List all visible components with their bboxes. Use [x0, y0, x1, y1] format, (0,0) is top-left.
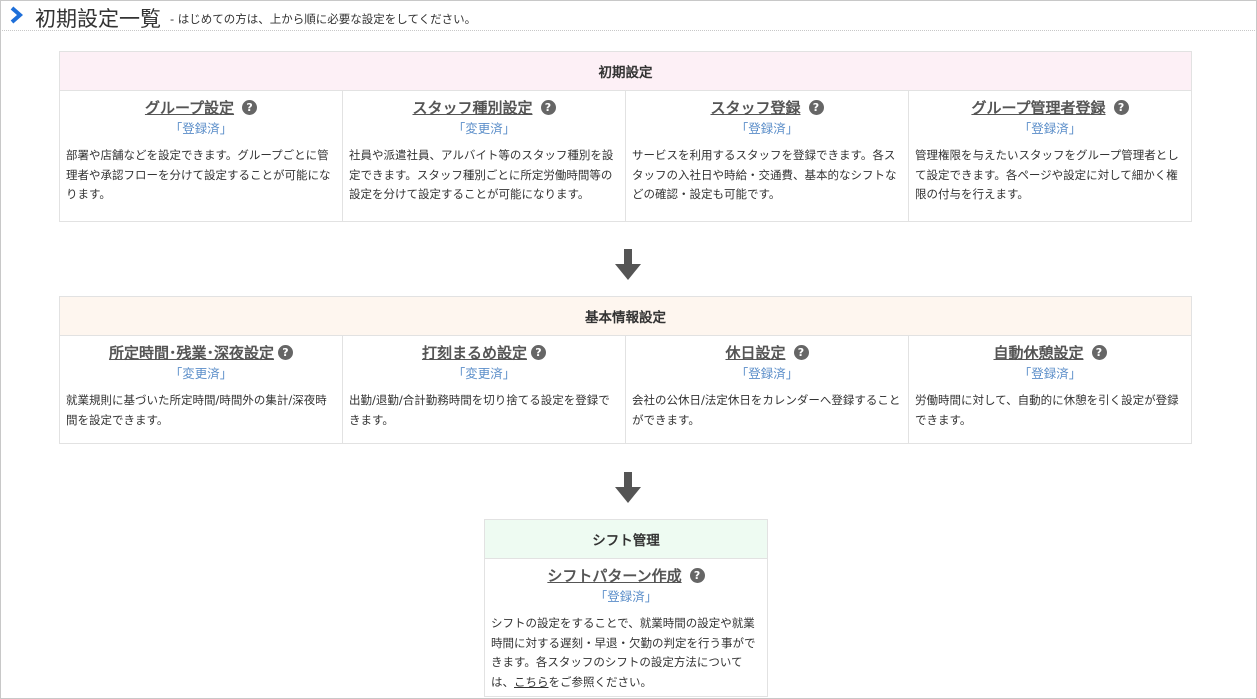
- help-icon[interactable]: ?: [278, 345, 293, 360]
- auto-break-setting-link[interactable]: 自動休憩設定: [993, 344, 1083, 362]
- section-initial-settings: 初期設定 グループ設定? 「登録済」 部署や店舗などを設定できます。グループごと…: [59, 51, 1192, 222]
- setting-card-holiday: 休日設定? 「登録済」 会社の公休日/法定休日をカレンダーへ登録することができま…: [625, 335, 909, 444]
- time-rounding-setting-link[interactable]: 打刻まるめ設定: [422, 344, 527, 362]
- setting-card-staff-type: スタッフ種別設定? 「変更済」 社員や派遣社員、アルバイト等のスタッフ種別を設定…: [342, 90, 626, 222]
- setting-card-scheduled-time: 所定時間･残業･深夜設定? 「変更済」 就業規則に基づいた所定時間/時間外の集計…: [59, 335, 343, 444]
- setting-card-rounding: 打刻まるめ設定? 「変更済」 出勤/退勤/合計勤務時間を切り捨てる設定を登録でき…: [342, 335, 626, 444]
- staff-type-setting-link[interactable]: スタッフ種別設定: [412, 99, 532, 117]
- group-setting-link[interactable]: グループ設定: [145, 99, 234, 117]
- setting-description: サービスを利用するスタッフを登録できます。各スタッフの入社日や時給・交通費、基本…: [632, 148, 897, 201]
- setting-card-auto-break: 自動休憩設定? 「登録済」 労働時間に対して、自動的に休憩を引く設定が登録できま…: [908, 335, 1192, 444]
- help-icon[interactable]: ?: [1091, 345, 1107, 360]
- down-arrow-icon: [615, 472, 641, 503]
- chevron-right-icon: [10, 6, 23, 24]
- shift-pattern-create-link[interactable]: シフトパターン作成: [547, 567, 681, 585]
- help-icon[interactable]: ?: [531, 345, 546, 360]
- setting-description: 部署や店舗などを設定できます。グループごとに管理者や承認フローを分けて設定するこ…: [66, 148, 331, 201]
- help-icon[interactable]: ?: [540, 100, 556, 115]
- setting-card-group-admin: グループ管理者登録? 「登録済」 管理権限を与えたいスタッフをグループ管理者とし…: [908, 90, 1192, 222]
- page-subtitle: - はじめての方は、上から順に必要な設定をしてください。: [170, 12, 477, 26]
- setting-description: 労働時間に対して、自動的に休憩を引く設定が登録できます。: [915, 393, 1179, 427]
- here-link[interactable]: こちら: [514, 675, 549, 689]
- staff-registration-link[interactable]: スタッフ登録: [710, 99, 800, 117]
- setting-description: 管理権限を与えたいスタッフをグループ管理者として設定できます。各ページや設定に対…: [915, 148, 1179, 201]
- section-title: シフト管理: [484, 519, 768, 559]
- section-title: 初期設定: [59, 51, 1192, 91]
- page-header: 初期設定一覧 - はじめての方は、上から順に必要な設定をしてください。: [0, 0, 1255, 31]
- setting-card-group: グループ設定? 「登録済」 部署や店舗などを設定できます。グループごとに管理者や…: [59, 90, 343, 222]
- help-icon[interactable]: ?: [689, 568, 705, 583]
- status-label: 「登録済」: [594, 589, 658, 604]
- setting-description: 会社の公休日/法定休日をカレンダーへ登録することができます。: [632, 393, 901, 427]
- setting-card-staff-registration: スタッフ登録? 「登録済」 サービスを利用するスタッフを登録できます。各スタッフ…: [625, 90, 909, 222]
- status-label: 「登録済」: [169, 121, 233, 136]
- group-admin-registration-link[interactable]: グループ管理者登録: [971, 99, 1105, 117]
- setting-description: 出勤/退勤/合計勤務時間を切り捨てる設定を登録できます。: [349, 393, 610, 427]
- section-title: 基本情報設定: [59, 296, 1192, 336]
- help-icon[interactable]: ?: [1113, 100, 1129, 115]
- down-arrow-icon: [615, 249, 641, 280]
- status-label: 「登録済」: [735, 121, 799, 136]
- status-label: 「登録済」: [1018, 366, 1082, 381]
- help-icon[interactable]: ?: [793, 345, 809, 360]
- status-label: 「変更済」: [452, 366, 516, 381]
- setting-description: シフトの設定をすることで、就業時間の設定や就業時間に対する遅刻・早退・欠勤の判定…: [491, 614, 761, 692]
- page-title: 初期設定一覧: [35, 7, 161, 31]
- status-label: 「登録済」: [1018, 121, 1082, 136]
- setting-description: 社員や派遣社員、アルバイト等のスタッフ種別を設定できます。スタッフ種別ごとに所定…: [349, 148, 614, 201]
- help-icon[interactable]: ?: [242, 100, 258, 115]
- scheduled-overtime-night-setting-link[interactable]: 所定時間･残業･深夜設定: [109, 344, 274, 362]
- description-text: をご参照ください。: [548, 674, 653, 689]
- help-icon[interactable]: ?: [808, 100, 824, 115]
- status-label: 「変更済」: [452, 121, 516, 136]
- setting-description: 就業規則に基づいた所定時間/時間外の集計/深夜時間を設定できます。: [66, 393, 327, 427]
- status-label: 「登録済」: [735, 366, 799, 381]
- holiday-setting-link[interactable]: 休日設定: [725, 344, 785, 362]
- status-label: 「変更済」: [169, 366, 233, 381]
- section-shift-management: シフト管理 シフトパターン作成? 「登録済」 シフトの設定をすることで、就業時間…: [484, 519, 768, 697]
- setting-card-shift-pattern: シフトパターン作成? 「登録済」 シフトの設定をすることで、就業時間の設定や就業…: [484, 558, 768, 697]
- section-basic-info-settings: 基本情報設定 所定時間･残業･深夜設定? 「変更済」 就業規則に基づいた所定時間…: [59, 296, 1192, 444]
